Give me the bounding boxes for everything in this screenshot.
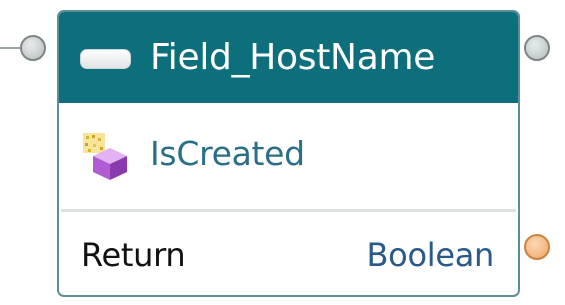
method-label: IsCreated (150, 133, 305, 173)
flow-canvas: Field_HostName IsCreated Return Boolean (0, 0, 565, 305)
return-value-port[interactable] (524, 234, 550, 260)
exec-out-port[interactable] (524, 35, 550, 61)
method-sparkle-icon (83, 133, 105, 153)
return-type: Boolean (366, 236, 495, 274)
node-header[interactable]: Field_HostName (59, 12, 518, 103)
exec-in-port[interactable] (20, 35, 46, 61)
return-row[interactable]: Return Boolean (59, 212, 518, 295)
textbox-field-icon (80, 49, 131, 69)
incoming-wire (0, 47, 20, 49)
method-row[interactable]: IsCreated (59, 103, 518, 209)
flow-node[interactable]: Field_HostName IsCreated Return Boolean (57, 10, 520, 297)
node-title: Field_HostName (150, 37, 436, 78)
method-cube-icon (83, 133, 127, 180)
return-label: Return (81, 236, 186, 274)
